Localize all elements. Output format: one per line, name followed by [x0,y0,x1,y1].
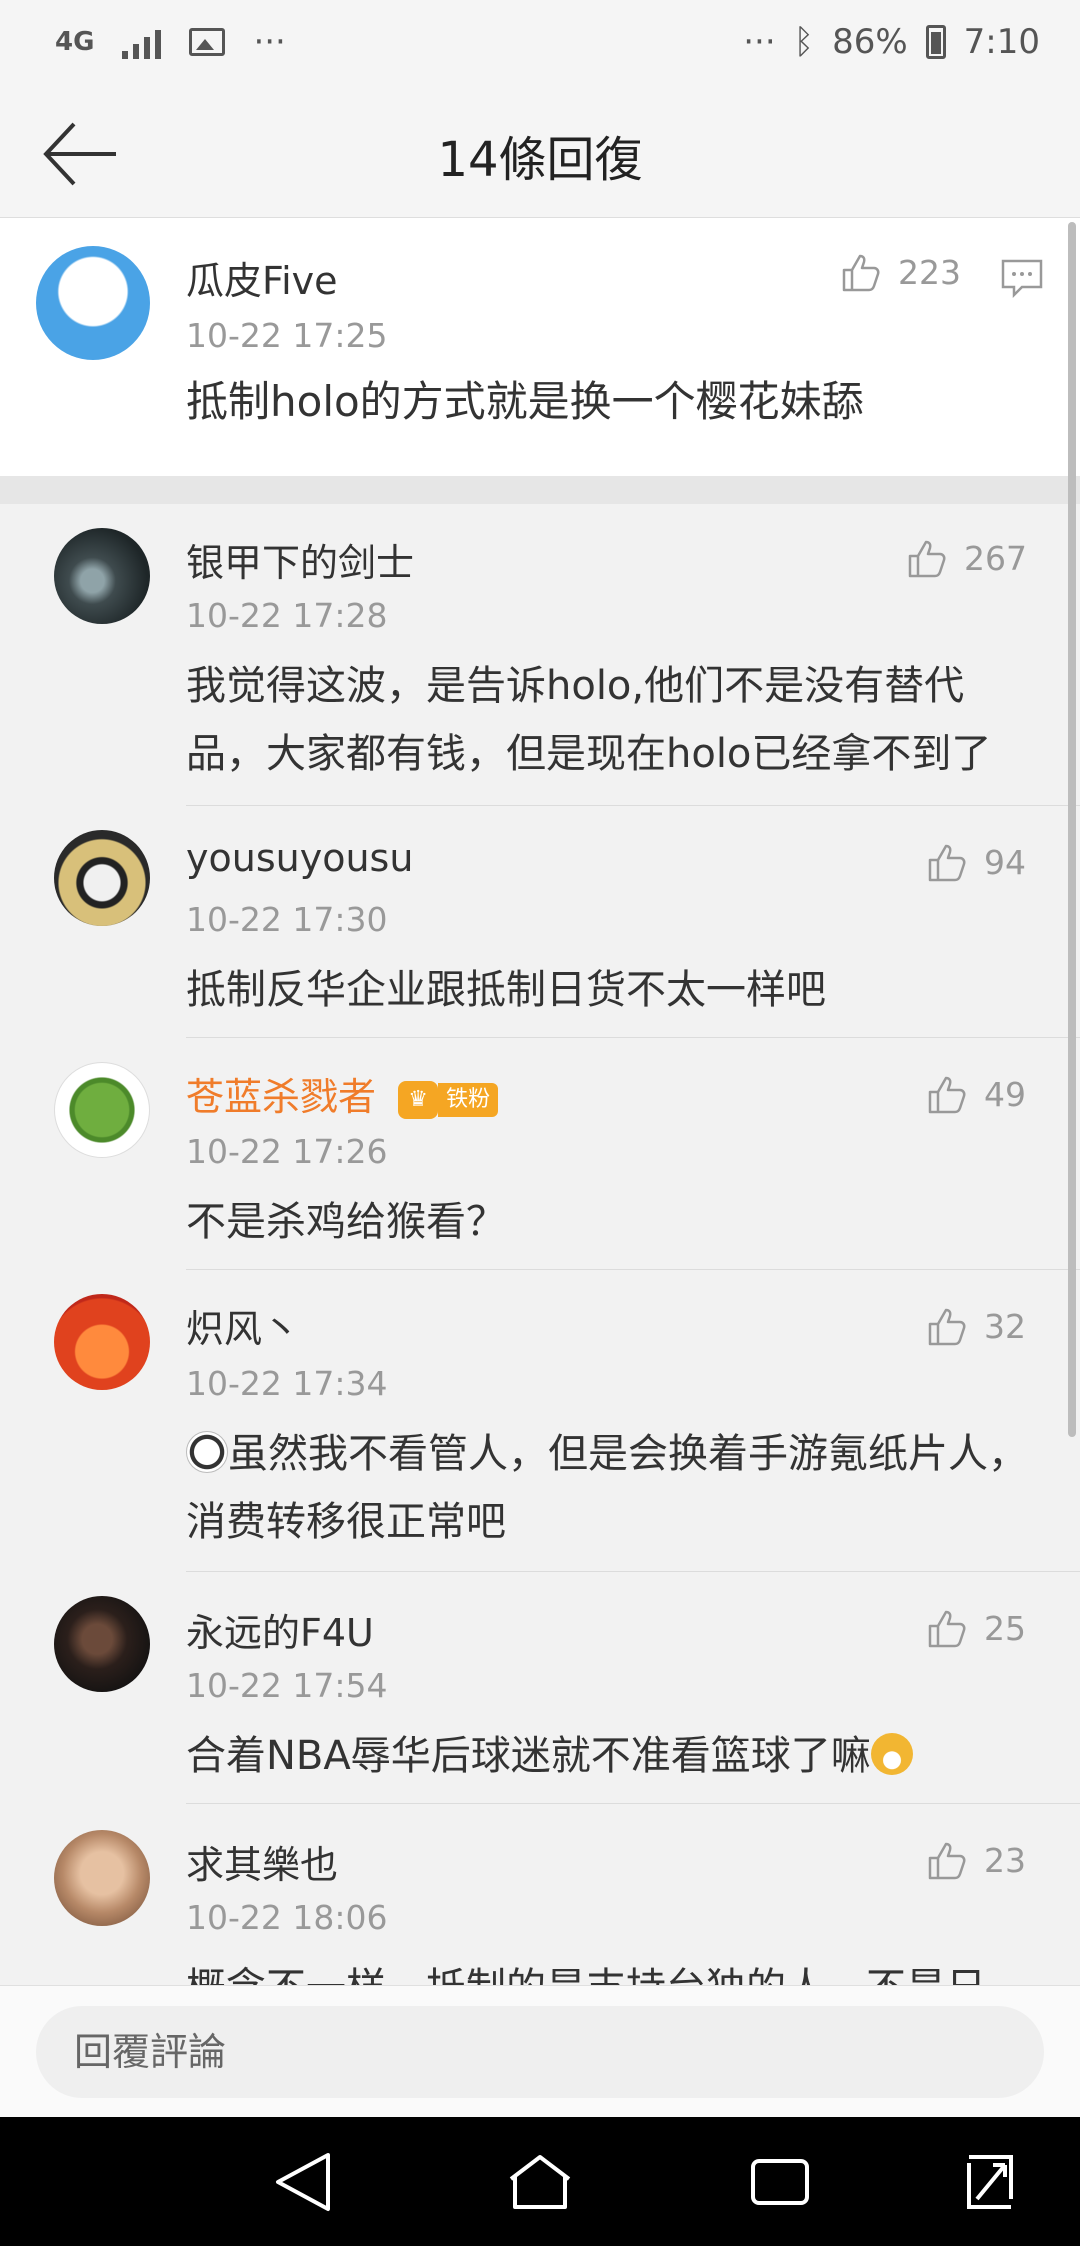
scrollbar[interactable] [1068,222,1076,1437]
like-button[interactable]: 23 [924,1836,1026,1884]
battery-percent: 86% [832,22,908,62]
timestamp: 10-22 17:30 [186,900,388,939]
thumbs-up-icon [928,1076,966,1114]
image-notification-icon [189,28,226,56]
thumbs-up-icon [928,844,966,882]
fan-badge-label: 铁粉 [438,1082,499,1117]
main-comment: 瓜皮Five 10-22 17:25 抵制holo的方式就是换一个樱花妹舔 22… [0,218,1080,476]
panda-emoji-icon [186,1431,228,1473]
timestamp: 10-22 18:06 [186,1898,388,1937]
thumbs-up-icon [928,1842,966,1880]
comment-text-content: 虽然我不看管人，但是会换着手游氪纸片人，消费转移很正常吧 [186,1431,1028,1545]
avatar[interactable] [54,1596,150,1692]
grin-emoji-icon [870,1733,913,1775]
username[interactable]: yousuyousu [186,836,413,880]
comment-text: 虽然我不看管人，但是会换着手游氪纸片人，消费转移很正常吧 [186,1420,1036,1556]
status-bar: 4G ··· ··· ᛒ 86% 7:10 [0,0,1080,90]
timestamp: 10-22 17:34 [186,1364,388,1403]
like-button[interactable]: 94 [924,838,1026,886]
like-count: 49 [984,1074,1026,1114]
avatar[interactable] [54,1062,150,1158]
bluetooth-icon: ᛒ [793,22,815,62]
more-status-icon: ··· [743,22,776,62]
nav-recents-button[interactable] [745,2149,815,2215]
clock: 7:10 [963,22,1040,62]
like-count: 94 [984,842,1026,882]
avatar[interactable] [36,246,150,360]
like-button[interactable]: 25 [924,1604,1026,1652]
comment-text: 合着NBA辱华后球迷就不准看篮球了嘛 [186,1722,1036,1790]
more-notifications-icon: ··· [253,22,286,62]
username[interactable]: 苍蓝杀戮者 ♛ 铁粉 [186,1066,499,1121]
like-button[interactable]: 49 [924,1070,1026,1118]
thumbs-up-icon [842,254,880,292]
list-item: 永远的F4U 10-22 17:54 合着NBA辱华后球迷就不准看篮球了嘛 25 [0,1572,1080,1804]
like-button[interactable]: 223 [838,248,961,296]
username[interactable]: 银甲下的剑士 [186,532,414,587]
reply-input[interactable] [36,2006,1044,2098]
avatar[interactable] [54,528,150,624]
list-item: 苍蓝杀戮者 ♛ 铁粉 10-22 17:26 不是杀鸡给猴看？ 49 [0,1038,1080,1270]
signal-icon [122,25,162,59]
like-count: 23 [984,1840,1026,1880]
username-text: 苍蓝杀戮者 [186,1075,377,1119]
home-icon [509,2155,571,2209]
like-count: 25 [984,1608,1026,1648]
expand-icon [967,2155,1013,2209]
list-item: yousuyousu 10-22 17:30 抵制反华企业跟抵制日货不太一样吧 … [0,806,1080,1038]
comment-text: 抵制holo的方式就是换一个樱花妹舔 [186,377,864,426]
reply-button[interactable] [1000,256,1044,304]
username[interactable]: 瓜皮Five [186,250,338,305]
comment-text-content: 合着NBA辱华后球迷就不准看篮球了嘛 [186,1733,871,1779]
like-button[interactable]: 32 [924,1302,1026,1350]
thumbs-up-icon [908,540,946,578]
list-item: 银甲下的剑士 10-22 17:28 我觉得这波，是告诉holo,他们不是没有替… [0,504,1080,806]
like-count: 267 [964,538,1027,578]
system-navigation-bar [0,2117,1080,2246]
network-indicator: 4G [55,27,95,57]
avatar[interactable] [54,830,150,926]
battery-icon [925,25,946,59]
timestamp: 10-22 17:26 [186,1132,388,1171]
page-title: 14條回復 [437,132,643,188]
timestamp: 10-22 17:25 [186,316,388,355]
nav-home-button[interactable] [505,2149,575,2215]
list-item: 炽风丶 10-22 17:34 虽然我不看管人，但是会换着手游氪纸片人，消费转移… [0,1270,1080,1572]
section-separator [0,476,1080,504]
username[interactable]: 求其樂也 [186,1834,338,1889]
avatar[interactable] [54,1294,150,1390]
username[interactable]: 炽风丶 [186,1298,300,1353]
comment-text: 我觉得这波，是告诉holo,他们不是没有替代品，大家都有钱，但是现在holo已经… [186,663,992,777]
comment-text: 不是杀鸡给猴看？ [186,1199,506,1245]
list-item: 求其樂也 10-22 18:06 概念不一样，抵制的是支持台独的人，不是日 23 [0,1804,1080,1985]
timestamp: 10-22 17:54 [186,1666,388,1705]
top-navigation: 14條回復 [0,90,1080,218]
recents-icon [751,2159,809,2205]
triangle-back-icon [276,2153,330,2211]
crown-icon: ♛ [398,1080,439,1119]
comment-text: 抵制反华企业跟抵制日货不太一样吧 [186,967,826,1013]
timestamp: 10-22 17:28 [186,596,388,635]
thumbs-up-icon [928,1610,966,1648]
username[interactable]: 永远的F4U [186,1602,374,1657]
avatar[interactable] [54,1830,150,1926]
nav-expand-button[interactable] [955,2149,1025,2215]
comment-icon [1001,259,1043,299]
reply-input-bar [0,1985,1080,2117]
fan-badge: ♛ 铁粉 [398,1080,499,1119]
like-count: 32 [984,1306,1026,1346]
like-count: 223 [898,252,961,292]
comment-text: 概念不一样，抵制的是支持台独的人，不是日 [186,1954,1036,1985]
like-button[interactable]: 267 [904,534,1027,582]
thumbs-up-icon [928,1308,966,1346]
nav-back-button[interactable] [268,2149,338,2215]
